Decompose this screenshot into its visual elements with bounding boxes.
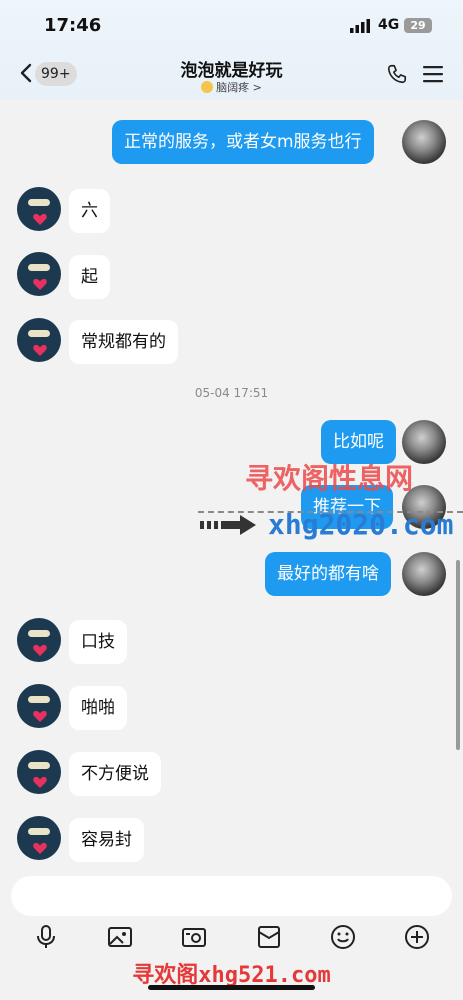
watermark-text: 寻欢阁性息网: [245, 462, 414, 495]
my-avatar[interactable]: [402, 120, 446, 164]
message-bubble-incoming[interactable]: 啪啪: [69, 686, 127, 730]
heart-icon: [33, 710, 47, 722]
message-input[interactable]: [11, 876, 452, 916]
contact-avatar[interactable]: [17, 252, 61, 296]
contact-avatar[interactable]: [17, 684, 61, 728]
heart-icon: [33, 644, 47, 656]
status-emoji-icon: [201, 81, 214, 93]
chat-header: 99+ 泡泡就是好玩 脑阔疼 >: [0, 48, 463, 148]
message-timestamp: 05-04 17:51: [194, 386, 269, 400]
message-bubble-incoming[interactable]: 容易封: [69, 818, 144, 862]
message-bubble-incoming[interactable]: 起: [69, 255, 110, 299]
menu-icon[interactable]: [423, 65, 443, 83]
scrollbar[interactable]: [456, 560, 460, 750]
message-bubble-outgoing[interactable]: 最好的都有啥: [265, 552, 391, 596]
avatar-cloud: [28, 330, 50, 337]
chat-subtitle-text: 脑阔疼 >: [216, 81, 262, 94]
contact-avatar[interactable]: [17, 318, 61, 362]
status-time: 17:46: [44, 15, 102, 36]
contact-avatar[interactable]: [17, 187, 61, 231]
image-icon[interactable]: [107, 924, 133, 950]
phone-icon[interactable]: [386, 63, 408, 85]
network-type: 4G: [378, 17, 400, 33]
message-bubble-incoming[interactable]: 口技: [69, 620, 127, 664]
avatar-cloud: [28, 630, 50, 637]
heart-icon: [33, 344, 47, 356]
contact-avatar[interactable]: [17, 618, 61, 662]
camera-icon[interactable]: [181, 924, 207, 950]
avatar-cloud: [28, 696, 50, 703]
battery-icon: 29: [404, 18, 432, 33]
home-indicator[interactable]: [148, 985, 315, 990]
heart-icon: [33, 842, 47, 854]
contact-avatar[interactable]: [17, 750, 61, 794]
contact-avatar[interactable]: [17, 816, 61, 860]
message-bubble-incoming[interactable]: 不方便说: [69, 752, 161, 796]
avatar-cloud: [28, 828, 50, 835]
message-bubble-outgoing[interactable]: 正常的服务，或者女m服务也行: [112, 120, 374, 164]
heart-icon: [33, 278, 47, 290]
watermark-url: xhg2020.com: [268, 508, 454, 541]
microphone-icon[interactable]: [33, 924, 59, 950]
plus-icon[interactable]: [404, 924, 430, 950]
red-packet-icon[interactable]: [256, 924, 282, 950]
heart-icon: [33, 213, 47, 225]
avatar-cloud: [28, 762, 50, 769]
avatar-cloud: [28, 199, 50, 206]
heart-icon: [33, 776, 47, 788]
arrow-icon: [200, 515, 256, 535]
status-bar: 17:46 4G 29: [0, 0, 463, 48]
message-bubble-incoming[interactable]: 常规都有的: [69, 320, 178, 364]
message-bubble-incoming[interactable]: 六: [69, 189, 110, 233]
emoji-icon[interactable]: [330, 924, 356, 950]
avatar-cloud: [28, 264, 50, 271]
my-avatar[interactable]: [402, 552, 446, 596]
signal-icon: [350, 19, 370, 33]
